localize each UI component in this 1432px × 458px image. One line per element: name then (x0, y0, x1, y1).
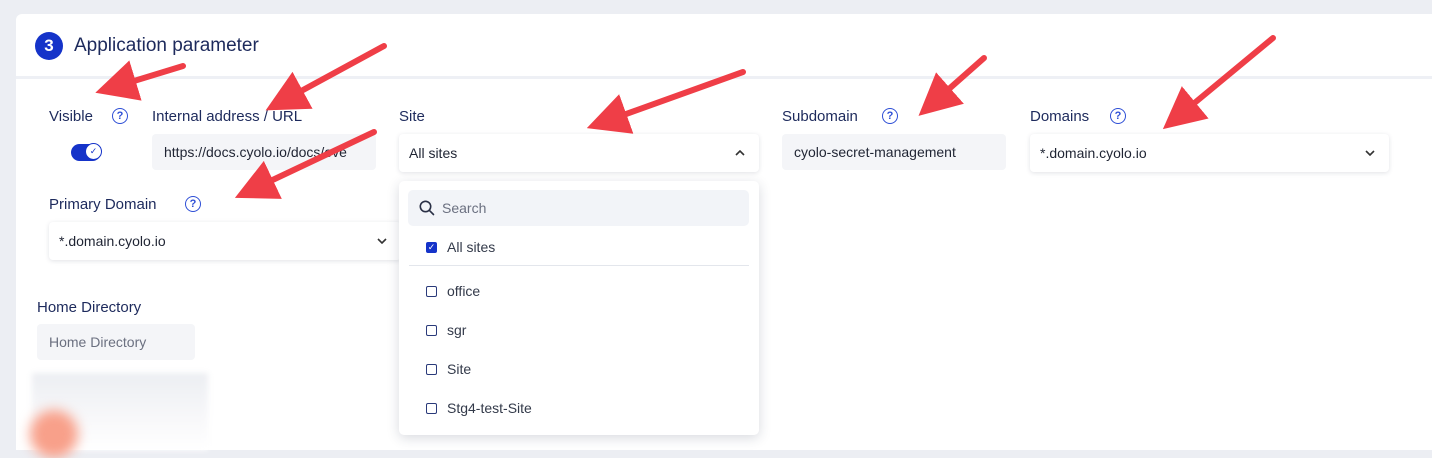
annotation-arrows (95, 35, 1276, 199)
annotation-arrow (265, 43, 387, 111)
annotation-arrow (95, 60, 186, 101)
annotation-arrow (1162, 35, 1276, 130)
annotation-arrow (586, 69, 746, 134)
annotation-arrow (918, 55, 987, 116)
annotation-arrow (234, 129, 377, 199)
